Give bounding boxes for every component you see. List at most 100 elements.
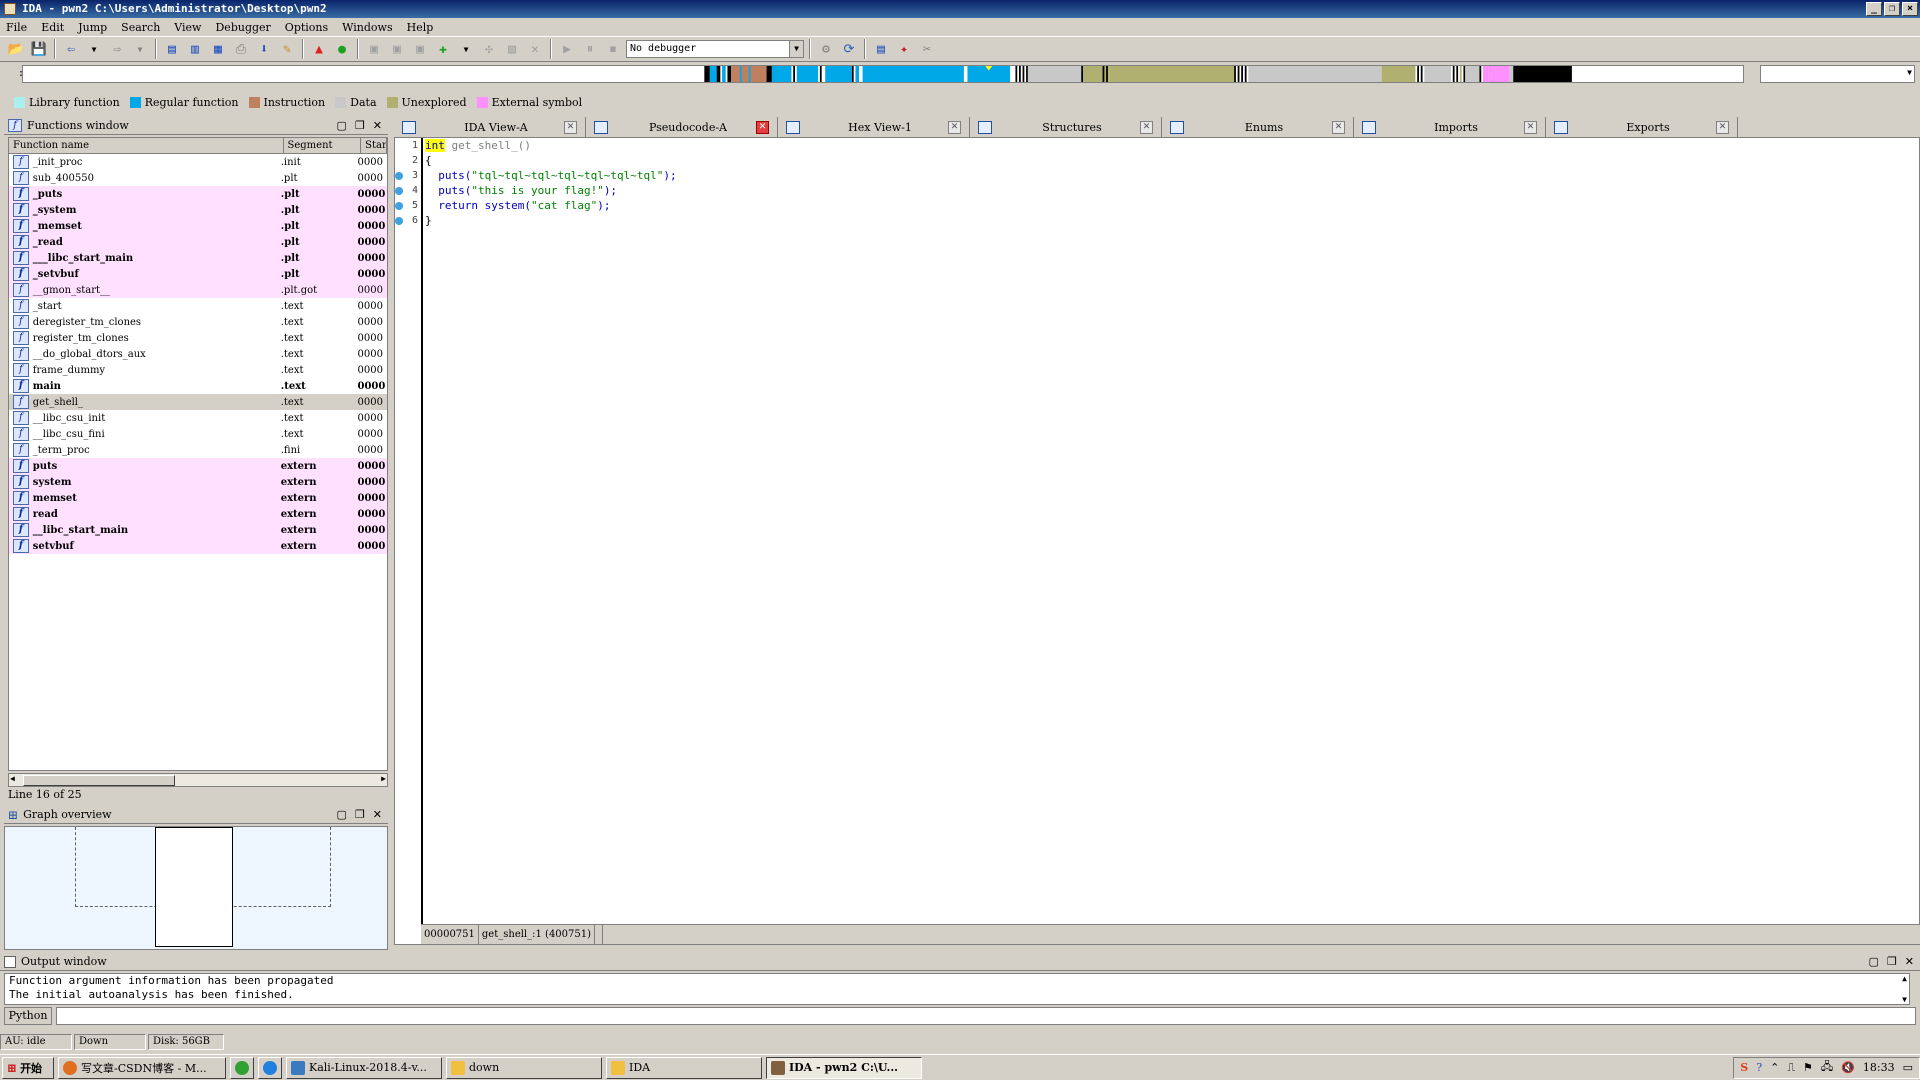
tab-ida-view-a[interactable]: IDA View-A ✕ — [394, 117, 586, 137]
list-view-icon[interactable]: ▤ — [871, 39, 891, 59]
flag-icon[interactable]: ⚑ — [1803, 1061, 1813, 1074]
search-text-icon[interactable]: ▥ — [185, 39, 205, 59]
pin-icon[interactable]: ✦ — [894, 39, 914, 59]
restore-window-icon[interactable]: ❐ — [355, 808, 365, 821]
code-line[interactable]: int get_shell_() — [423, 138, 1919, 153]
tab-exports[interactable]: Exports ✕ — [1546, 117, 1738, 137]
function-row[interactable]: f _puts .plt 0000 — [9, 186, 387, 202]
task-ida-pwn2[interactable]: IDA - pwn2 C:\U... — [766, 1056, 922, 1079]
run-green-icon[interactable]: ● — [332, 39, 352, 59]
tab-structures[interactable]: Structures ✕ — [970, 117, 1162, 137]
volume-muted-icon[interactable]: 🔇 — [1841, 1061, 1855, 1074]
help-icon[interactable]: ? — [1756, 1061, 1762, 1074]
code-line[interactable]: return system("cat flag"); — [423, 198, 1919, 213]
stop-debug-icon[interactable]: ⏹ — [603, 39, 623, 59]
script-icon[interactable]: ✎ — [277, 39, 297, 59]
function-row[interactable]: f _system .plt 0000 — [9, 202, 387, 218]
forward-arrow-icon[interactable]: ⇨ — [107, 39, 127, 59]
restore-window-icon[interactable]: ❐ — [1887, 955, 1897, 968]
function-row[interactable]: f __libc_csu_fini .text 0000 — [9, 426, 387, 442]
function-row[interactable]: f puts extern 0000 — [9, 458, 387, 474]
float-window-icon[interactable]: ▢ — [337, 119, 347, 132]
function-row[interactable]: f __do_global_dtors_aux .text 0000 — [9, 346, 387, 362]
menu-edit[interactable]: Edit — [41, 21, 64, 34]
function-row[interactable]: f read extern 0000 — [9, 506, 387, 522]
scroll-right-icon[interactable]: ▶ — [381, 774, 386, 783]
task-browser-csdn[interactable]: 写文章-CSDN博客 - M... — [58, 1056, 226, 1079]
sogou-input-icon[interactable]: S — [1740, 1061, 1748, 1074]
start-debug-icon[interactable]: ▶ — [557, 39, 577, 59]
graph-overview-canvas[interactable] — [4, 826, 388, 950]
flow-chart-icon[interactable]: ▲ — [309, 39, 329, 59]
function-row[interactable]: f _init_proc .init 0000 — [9, 154, 387, 170]
delete-gray-icon[interactable]: ✕ — [525, 39, 545, 59]
start-button[interactable]: ⊞ 开始 — [2, 1056, 54, 1079]
breakpoint-dot-icon[interactable] — [395, 187, 403, 195]
chevron-down-icon[interactable]: ▼ — [789, 41, 803, 57]
back-dropdown-icon[interactable]: ▼ — [84, 39, 104, 59]
function-row[interactable]: f __libc_csu_init .text 0000 — [9, 410, 387, 426]
menu-options[interactable]: Options — [285, 21, 328, 34]
scroll-down-icon[interactable]: ▼ — [1902, 995, 1907, 1004]
graph-node[interactable] — [155, 827, 233, 947]
debugger-select[interactable]: No debugger ▼ — [626, 40, 804, 58]
column-segment[interactable]: Segment — [284, 138, 362, 153]
function-row[interactable]: f ___libc_start_main .plt 0000 — [9, 250, 387, 266]
code-area[interactable]: int get_shell_(){ puts("tql~tql~tql~tql~… — [421, 138, 1919, 924]
toolbar-gray-icon-5[interactable]: ▧ — [502, 39, 522, 59]
function-row[interactable]: f _setvbuf .plt 0000 — [9, 266, 387, 282]
print-icon[interactable]: ⎙ — [231, 39, 251, 59]
open-file-icon[interactable]: 📂 — [6, 39, 26, 59]
restore-button[interactable]: ❐ — [1884, 2, 1900, 16]
task-folder-ida[interactable]: IDA — [606, 1056, 762, 1079]
menu-debugger[interactable]: Debugger — [215, 21, 270, 34]
function-row[interactable]: f frame_dummy .text 0000 — [9, 362, 387, 378]
function-row[interactable]: f __gmon_start__ .plt.got 0000 — [9, 282, 387, 298]
float-window-icon[interactable]: ▢ — [1869, 955, 1879, 968]
pause-debug-icon[interactable]: ⏸ — [580, 39, 600, 59]
function-row[interactable]: f _term_proc .fini 0000 — [9, 442, 387, 458]
tray-expand-icon[interactable]: ⌃ — [1770, 1061, 1779, 1074]
search-immediate-icon[interactable]: ▦ — [208, 39, 228, 59]
menu-help[interactable]: Help — [407, 21, 434, 34]
function-row[interactable]: f _start .text 0000 — [9, 298, 387, 314]
task-folder-down[interactable]: down — [446, 1056, 602, 1079]
minimize-button[interactable]: _ — [1866, 2, 1882, 16]
usb-icon[interactable]: ⎍ — [1787, 1061, 1795, 1075]
breakpoint-dot-icon[interactable] — [395, 202, 403, 210]
clock[interactable]: 18:33 — [1863, 1061, 1895, 1074]
jump-down-icon[interactable]: ⬇ — [254, 39, 274, 59]
toolbar-gray-icon-1[interactable]: ▣ — [364, 39, 384, 59]
python-command-input[interactable] — [56, 1007, 1916, 1025]
close-window-icon[interactable]: ✕ — [373, 808, 382, 821]
navigation-band-dropdown[interactable]: ▼ — [1760, 65, 1915, 83]
save-icon[interactable]: 💾 — [29, 39, 49, 59]
breakpoint-dropdown-icon[interactable]: ▼ — [456, 39, 476, 59]
code-line[interactable]: } — [423, 213, 1919, 228]
pseudocode-view[interactable]: 123456 int get_shell_(){ puts("tql~tql~t… — [394, 137, 1920, 945]
back-arrow-icon[interactable]: ⇦ — [61, 39, 81, 59]
close-tab-icon[interactable]: ✕ — [948, 120, 961, 134]
function-row[interactable]: f deregister_tm_clones .text 0000 — [9, 314, 387, 330]
close-window-icon[interactable]: ✕ — [373, 119, 382, 132]
tab-imports[interactable]: Imports ✕ — [1354, 117, 1546, 137]
forward-dropdown-icon[interactable]: ▼ — [130, 39, 150, 59]
code-line[interactable]: puts("tql~tql~tql~tql~tql~tql~tql"); — [423, 168, 1919, 183]
menu-windows[interactable]: Windows — [342, 21, 392, 34]
tools-icon[interactable]: ✂ — [917, 39, 937, 59]
navigation-band-strip[interactable] — [22, 65, 1744, 83]
functions-hscrollbar[interactable]: ◀ ▶ — [8, 773, 388, 787]
close-tab-icon[interactable]: ✕ — [756, 120, 769, 134]
close-tab-icon[interactable]: ✕ — [1332, 120, 1345, 134]
restore-window-icon[interactable]: ❐ — [355, 119, 365, 132]
close-tab-icon[interactable]: ✕ — [1140, 120, 1153, 134]
column-start[interactable]: Start — [361, 138, 387, 153]
close-window-icon[interactable]: ✕ — [1905, 955, 1914, 968]
function-row[interactable]: f _read .plt 0000 — [9, 234, 387, 250]
toolbar-gray-icon-4[interactable]: ✣ — [479, 39, 499, 59]
debug-option-icon[interactable]: ⚙ — [816, 39, 836, 59]
column-function-name[interactable]: Function name — [9, 138, 284, 153]
menu-search[interactable]: Search — [121, 21, 160, 34]
function-row[interactable]: f get_shell_ .text 0000 — [9, 394, 387, 410]
functions-table[interactable]: Function name Segment Start f_init_proc.… — [8, 137, 388, 771]
